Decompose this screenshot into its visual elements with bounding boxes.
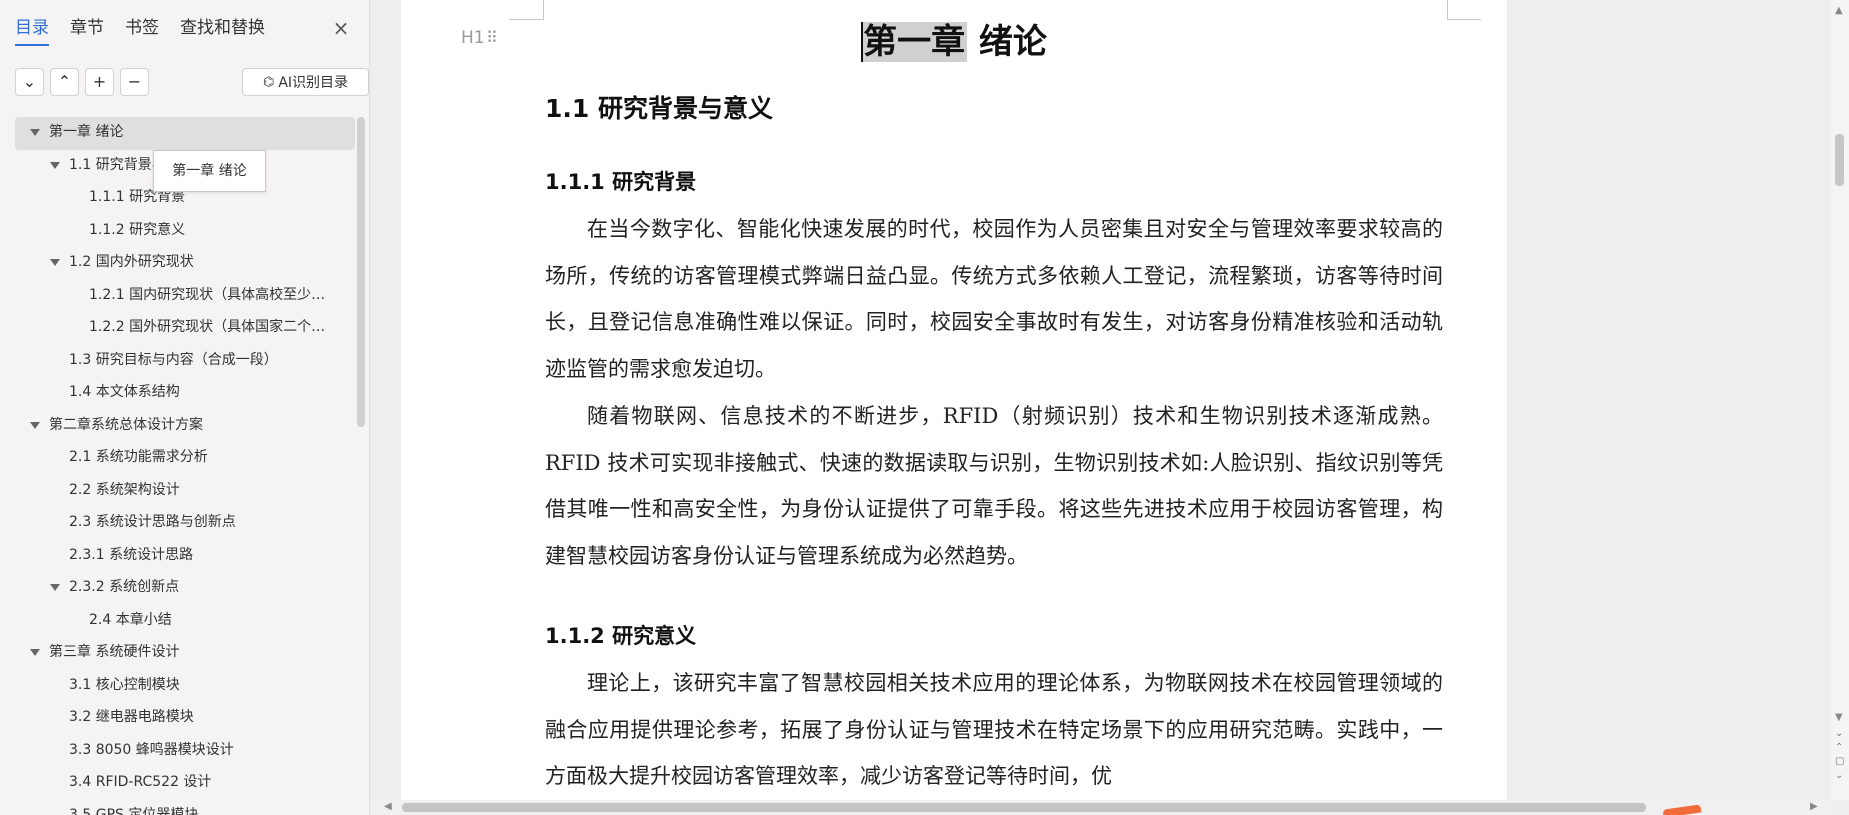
subsection-heading-significance[interactable]: 1.1.2 研究意义 [545, 620, 696, 650]
prev-page-icon[interactable]: ⌄ [1835, 728, 1843, 740]
toc-item-label: 1.3 研究目标与内容（合成一段） [69, 351, 278, 368]
collapse-level-button[interactable]: ⌄ [15, 68, 44, 96]
select-browse-object-icon[interactable]: ▢ [1835, 756, 1844, 768]
tab-toc[interactable]: 目录 [15, 16, 49, 46]
toc-item-label: 3.5 GPS 定位器模块 [69, 806, 199, 815]
paragraph-background-1[interactable]: 在当今数字化、智能化快速发展的时代，校园作为人员密集且对安全与管理效率要求较高的… [545, 206, 1443, 392]
toc-item-label: 1.2 国内外研究现状 [69, 254, 194, 270]
tab-find-replace[interactable]: 查找和替换 [180, 16, 265, 46]
toc-tree: 第一章 绪论 1.1 研究背景与意义 1.1.1 研究背景 1.1.2 研究意义 1.2… [15, 117, 355, 815]
toc-item[interactable]: 1.2.2 国外研究现状（具体国家二个以上） [15, 312, 355, 345]
tab-chapters[interactable]: 章节 [70, 16, 104, 46]
toc-item-label: 2.3 系统设计思路与创新点 [69, 514, 236, 530]
vertical-scrollbar[interactable]: ▲ ▼ ⌄ ⌃ ▢ ⌄ [1831, 0, 1849, 800]
toc-item[interactable]: 2.1 系统功能需求分析 [15, 442, 355, 475]
toc-item[interactable]: 1.4 本文体系结构 [15, 377, 355, 410]
scroll-left-icon[interactable]: ◀ [384, 801, 392, 812]
expand-arrow-icon[interactable] [50, 161, 60, 169]
expand-arrow-icon[interactable] [30, 421, 40, 429]
ai-button-label: AI识别目录 [278, 75, 349, 91]
add-heading-button[interactable]: + [85, 68, 114, 96]
toc-item-label: 1.2.1 国内研究现状（具体高校至少两所） [89, 286, 354, 303]
ai-recognize-toc-button[interactable]: ⌬ AI识别目录 [242, 68, 369, 96]
toc-item-label: 2.4 本章小结 [89, 611, 172, 628]
paragraph-background-2[interactable]: 随着物联网、信息技术的不断进步，RFID（射频识别）技术和生物识别技术逐渐成熟。… [545, 393, 1443, 579]
toc-item-label: 1.1.2 研究意义 [89, 221, 186, 238]
toc-item[interactable]: 2.3 系统设计思路与创新点 [15, 507, 355, 540]
toc-item[interactable]: 1.1.2 研究意义 [15, 215, 355, 248]
minus-icon: − [127, 72, 142, 91]
scroll-right-icon[interactable]: ▶ [1810, 801, 1818, 812]
chevron-down-icon: ⌄ [22, 72, 37, 91]
toc-item-label: 3.3 8050 蜂鸣器模块设计 [69, 741, 234, 758]
horizontal-scrollbar-thumb[interactable] [402, 803, 1646, 812]
paragraph-significance[interactable]: 理论上，该研究丰富了智慧校园相关技术应用的理论体系，为物联网技术在校园管理领域的… [545, 660, 1443, 800]
toc-item[interactable]: 3.5 GPS 定位器模块 [15, 800, 355, 815]
toc-item[interactable]: 2.3.1 系统设计思路 [15, 540, 355, 573]
sidebar-scrollbar-thumb[interactable] [357, 117, 365, 427]
toc-tooltip: 第一章 绪论 [153, 150, 266, 192]
toc-item-label: 第二章系统总体设计方案 [49, 416, 203, 433]
toc-item[interactable]: 第三章 系统硬件设计 [15, 637, 355, 670]
expand-arrow-icon[interactable] [30, 649, 40, 656]
toc-item[interactable]: 2.3.2 系统创新点 [15, 572, 355, 605]
plus-icon: + [92, 72, 107, 91]
toc-item-label: 3.4 RFID-RC522 设计 [69, 774, 212, 790]
expand-arrow-icon[interactable] [50, 584, 60, 591]
title-selection: 第一章 [861, 22, 968, 62]
remove-heading-button[interactable]: − [120, 68, 149, 96]
toc-item-label: 3.1 核心控制模块 [69, 676, 180, 693]
ai-icon: ⌬ [262, 74, 275, 90]
toc-item-label: 3.2 继电器电路模块 [69, 709, 194, 725]
scroll-down-icon[interactable]: ▼ [1835, 712, 1843, 723]
document-area: H1 ⠿ 第一章 绪论 1.1 研究背景与意义 1.1.1 研究背景 在当今数字… [370, 0, 1835, 800]
next-object-icon[interactable]: ⌄ [1835, 770, 1843, 782]
vertical-scrollbar-thumb[interactable] [1835, 134, 1844, 186]
chevron-up-icon: ⌃ [57, 72, 72, 91]
subsection-heading-background[interactable]: 1.1.1 研究背景 [545, 166, 696, 196]
toc-item-label: 1.4 本文体系结构 [69, 384, 180, 400]
toc-sidebar: 目录 章节 书签 查找和替换 × ⌄ ⌃ + − ⌬ AI识别目录 第一章 绪论… [0, 0, 370, 815]
toc-item[interactable]: 3.3 8050 蜂鸣器模块设计 [15, 735, 355, 768]
toc-item[interactable]: 2.4 本章小结 [15, 605, 355, 638]
toc-item[interactable]: 1.2.1 国内研究现状（具体高校至少两所） [15, 280, 355, 313]
toc-item-label: 1.2.2 国外研究现状（具体国家二个以上） [89, 319, 354, 335]
toc-item-label: 2.3.1 系统设计思路 [69, 546, 194, 563]
toc-item-label: 2.2 系统架构设计 [69, 481, 180, 498]
toc-item-label: 2.1 系统功能需求分析 [69, 449, 208, 465]
expand-arrow-icon[interactable] [50, 259, 60, 266]
toc-item[interactable]: 第一章 绪论 [15, 117, 355, 150]
close-icon[interactable]: × [330, 14, 352, 42]
toc-item[interactable]: 3.2 继电器电路模块 [15, 702, 355, 735]
toc-item[interactable]: 3.1 核心控制模块 [15, 670, 355, 703]
next-page-icon[interactable]: ⌃ [1835, 742, 1843, 754]
toc-item[interactable]: 1.2 国内外研究现状 [15, 247, 355, 280]
section-heading[interactable]: 1.1 研究背景与意义 [545, 89, 773, 125]
title-text: 绪论 [967, 22, 1047, 62]
toc-item[interactable]: 3.4 RFID-RC522 设计 [15, 767, 355, 800]
toc-item[interactable]: 1.3 研究目标与内容（合成一段） [15, 345, 355, 378]
expand-arrow-icon[interactable] [30, 129, 40, 136]
document-page: H1 ⠿ 第一章 绪论 1.1 研究背景与意义 1.1.1 研究背景 在当今数字… [401, 0, 1507, 800]
tab-bookmarks[interactable]: 书签 [125, 16, 159, 46]
toc-item-label: 第三章 系统硬件设计 [49, 644, 180, 660]
expand-level-button[interactable]: ⌃ [50, 68, 79, 96]
toc-item[interactable]: 第二章系统总体设计方案 [15, 410, 355, 443]
chapter-title[interactable]: 第一章 绪论 [401, 14, 1507, 63]
scroll-up-icon[interactable]: ▲ [1835, 5, 1843, 16]
toc-item-label: 2.3.2 系统创新点 [69, 579, 180, 595]
sidebar-tabs: 目录 章节 书签 查找和替换 [15, 16, 286, 46]
toc-item[interactable]: 2.2 系统架构设计 [15, 475, 355, 508]
toc-item-label: 第一章 绪论 [49, 124, 124, 140]
horizontal-scrollbar[interactable]: ◀ ▶ [370, 800, 1831, 815]
